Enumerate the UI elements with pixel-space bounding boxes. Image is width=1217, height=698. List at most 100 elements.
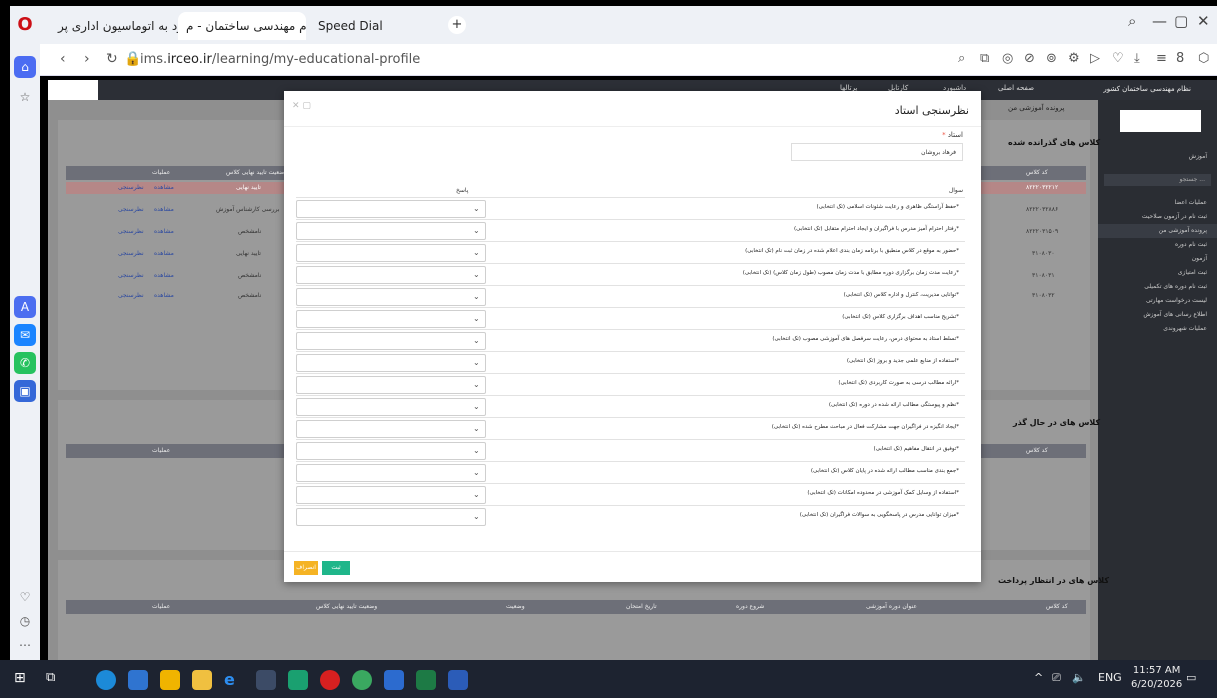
cancel-button[interactable]: انصراف (294, 561, 318, 575)
answer-select[interactable]: ⌄ (296, 486, 486, 504)
question-row: ⌄ حفظ آراستگی ظاهری و رعایت شئونات اسلامی… (296, 197, 965, 219)
menu-item[interactable]: ثبت امتیازی (1098, 266, 1217, 280)
question-row: ⌄ رفتار احترام آمیز مدرس با فراگیران و ای… (296, 219, 965, 241)
tab-speed-dial[interactable]: Speed Dial (310, 12, 430, 40)
question-row: ⌄ توانایی مدیریت، کنترل و اداره کلاس (تک … (296, 285, 965, 307)
aria-icon[interactable]: A (14, 296, 36, 318)
chevron-down-icon: ⌄ (473, 314, 480, 323)
download-icon[interactable]: ⤓ (1134, 51, 1140, 66)
network-icon[interactable]: ⎚ (1052, 671, 1061, 685)
question-row: ⌄ توفیق در انتقال مفاهیم (تک انتخابی)* (296, 439, 965, 461)
clock[interactable]: 11:57 AM 6/20/2026 (1131, 664, 1182, 692)
lock-icon: 🔒 (124, 51, 142, 67)
chevron-down-icon: ⌄ (473, 424, 480, 433)
question-text: جمع بندی مناسب مطالب ارائه شده در پایان … (810, 468, 959, 474)
messenger-icon[interactable]: ✉ (14, 324, 36, 346)
nav-home[interactable]: صفحه اصلی (998, 84, 1034, 92)
star-icon[interactable]: ☆ (14, 86, 36, 108)
app-icon[interactable] (288, 670, 308, 690)
close-icon[interactable]: ✕ ▢ (292, 101, 311, 111)
more-icon[interactable]: ⋯ (14, 634, 36, 656)
submit-button[interactable]: ثبت (322, 561, 350, 575)
file-explorer-icon[interactable] (160, 670, 180, 690)
answer-select[interactable]: ⌄ (296, 310, 486, 328)
question-row: ⌄ ارائه مطالب درسی به صورت کاربردی (تک ان… (296, 373, 965, 395)
question-row: ⌄ حضور به موقع در کلاس منطبق با برنامه زم… (296, 241, 965, 263)
edge-icon[interactable] (96, 670, 116, 690)
menu-item[interactable]: عملیات شهروندی (1098, 322, 1217, 336)
opera-taskbar-icon[interactable] (320, 670, 340, 690)
tray-chevron-icon[interactable]: ^ (1034, 671, 1043, 684)
notification-icon[interactable]: ▭ (1186, 671, 1196, 684)
snapshot-icon[interactable]: ▢ (1174, 12, 1188, 30)
answer-select[interactable]: ⌄ (296, 332, 486, 350)
answer-select[interactable]: ⌄ (296, 464, 486, 482)
menu-item-active[interactable]: پرونده آموزشی من (1098, 224, 1217, 238)
menu-item[interactable]: ثبت نام در آزمون صلاحیت (1098, 210, 1217, 224)
app-icon[interactable] (384, 670, 404, 690)
new-tab-button[interactable]: + (448, 16, 466, 34)
answer-select[interactable]: ⌄ (296, 398, 486, 416)
windows-start-icon[interactable]: ⊞ (14, 670, 34, 690)
back-icon[interactable]: ‹ (60, 51, 66, 67)
search-tabs-icon[interactable]: ⌕ (1128, 12, 1136, 30)
profile-icon[interactable]: 8 (1176, 51, 1184, 66)
camera-icon[interactable]: ◎ (1002, 51, 1013, 66)
easy-setup-icon[interactable]: ≡ (1156, 51, 1167, 66)
minimize-icon[interactable]: — (1152, 12, 1167, 30)
tab-label: نظام مهندسی ساختمان - م... (186, 19, 306, 33)
teacher-label: * استاد (942, 131, 963, 139)
close-window-icon[interactable]: ✕ (1197, 12, 1210, 30)
divider (284, 126, 981, 127)
menu-item[interactable]: آزمون (1098, 252, 1217, 266)
menu-item[interactable]: لیست درخواست مهارتی (1098, 294, 1217, 308)
tab-irceo[interactable]: نظام مهندسی ساختمان - م... (178, 12, 306, 40)
adblock-icon[interactable]: ⊘ (1024, 51, 1035, 66)
menu-item[interactable]: ثبت نام دوره های تکمیلی (1098, 280, 1217, 294)
internet-explorer-icon[interactable]: e (224, 670, 244, 690)
answer-select[interactable]: ⌄ (296, 420, 486, 438)
chrome-icon[interactable] (352, 670, 372, 690)
cube-icon[interactable]: ⬡ (1198, 51, 1209, 66)
tab-automation[interactable]: ورود به اتوماسیون اداری پر... (50, 12, 178, 40)
reload-icon[interactable]: ↻ (106, 51, 118, 67)
sidebar-app-icon[interactable]: ▣ (14, 380, 36, 402)
extension-icon[interactable]: ⚙ (1068, 51, 1080, 66)
menu-item[interactable]: عملیات اعضا (1098, 196, 1217, 210)
answer-select[interactable]: ⌄ (296, 200, 486, 218)
answer-select[interactable]: ⌄ (296, 376, 486, 394)
word-icon[interactable] (448, 670, 468, 690)
task-view-icon[interactable]: ⧉ (46, 670, 66, 690)
heart-icon[interactable]: ♡ (1112, 51, 1124, 66)
question-text: توانایی مدیریت، کنترل و اداره کلاس (تک ا… (843, 292, 959, 298)
answer-select[interactable]: ⌄ (296, 442, 486, 460)
share-icon[interactable]: ⧉ (980, 51, 989, 66)
menu-search[interactable]: جستجو ... (1104, 174, 1211, 186)
menu-item[interactable]: ثبت نام دوره (1098, 238, 1217, 252)
answer-select[interactable]: ⌄ (296, 244, 486, 262)
question-row: ⌄ استفاده از منابع علمی جدید و بروز (تک ا… (296, 351, 965, 373)
search-icon[interactable]: ⌕ (958, 51, 965, 66)
store-icon[interactable] (128, 670, 148, 690)
answer-select[interactable]: ⌄ (296, 266, 486, 284)
player-icon[interactable]: ▷ (1090, 51, 1100, 66)
opera-menu-icon[interactable]: O (10, 6, 40, 44)
menu-item[interactable]: اطلاع رسانی های آموزش (1098, 308, 1217, 322)
answer-select[interactable]: ⌄ (296, 288, 486, 306)
folder-icon[interactable] (192, 670, 212, 690)
answer-select[interactable]: ⌄ (296, 508, 486, 526)
app-icon[interactable] (256, 670, 276, 690)
answer-select[interactable]: ⌄ (296, 354, 486, 372)
forward-icon[interactable]: › (84, 51, 90, 67)
volume-icon[interactable]: 🔈 (1072, 671, 1086, 684)
excel-icon[interactable] (416, 670, 436, 690)
vpn-icon[interactable]: ⊚ (1046, 51, 1057, 66)
whatsapp-icon[interactable]: ✆ (14, 352, 36, 374)
history-icon[interactable]: ◷ (14, 610, 36, 632)
answer-select[interactable]: ⌄ (296, 222, 486, 240)
home-icon[interactable]: ⌂ (14, 56, 36, 78)
favorites-icon[interactable]: ♡ (14, 586, 36, 608)
language-indicator[interactable]: ENG (1098, 671, 1122, 684)
url-field[interactable]: ims.irceo.ir/learning/my-educational-pro… (140, 52, 420, 67)
teacher-field[interactable]: فرهاد بروشان (791, 143, 963, 161)
